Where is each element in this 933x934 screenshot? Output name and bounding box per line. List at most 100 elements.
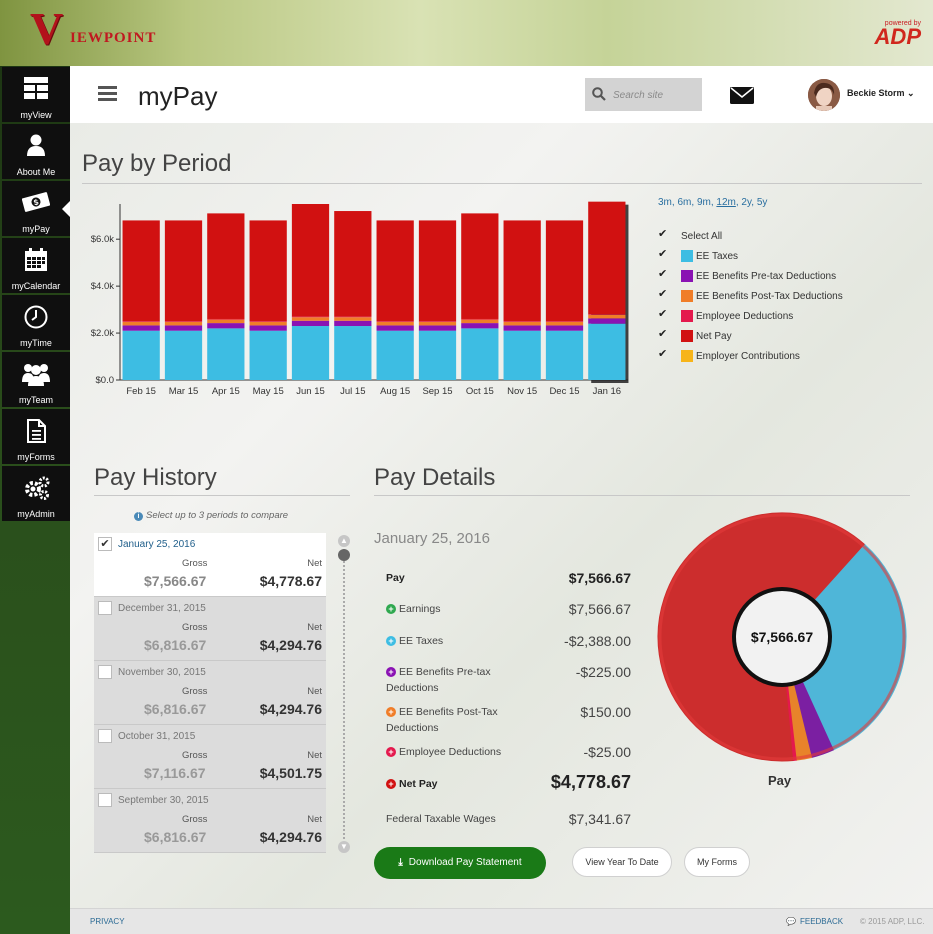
bar-segment[interactable] xyxy=(164,321,203,326)
sidebar-item-mytime[interactable]: myTime xyxy=(2,295,70,350)
bar-segment[interactable] xyxy=(461,213,499,319)
bar-segment[interactable] xyxy=(249,220,287,322)
bar-segment[interactable] xyxy=(545,321,584,326)
range-option-12m[interactable]: 12m xyxy=(716,197,735,208)
search-input[interactable] xyxy=(613,85,697,105)
bar-segment[interactable] xyxy=(207,323,245,329)
sidebar-item-myadmin[interactable]: myAdmin xyxy=(2,466,70,521)
bar-segment[interactable] xyxy=(418,330,457,380)
bar-segment[interactable] xyxy=(291,316,330,318)
bar-segment[interactable] xyxy=(461,328,499,380)
bar-segment[interactable] xyxy=(249,321,287,322)
bar-segment[interactable] xyxy=(588,318,626,324)
bar-segment[interactable] xyxy=(207,328,245,380)
check-icon[interactable]: ✔ xyxy=(658,227,670,240)
pay-history-item[interactable]: ✔ January 25, 2016 Gross Net $7,566.67 $4,778… xyxy=(94,533,326,597)
bar-segment[interactable] xyxy=(164,330,203,380)
bar-segment[interactable] xyxy=(291,317,330,321)
bar-segment[interactable] xyxy=(164,220,203,322)
bar-segment[interactable] xyxy=(376,325,414,331)
feedback-link[interactable]: 💬 FEEDBACK xyxy=(786,917,843,926)
sidebar-item-myview[interactable]: myView xyxy=(2,67,70,122)
scroll-thumb[interactable] xyxy=(338,549,350,561)
bar-segment[interactable] xyxy=(249,321,287,326)
bar-segment[interactable] xyxy=(545,325,584,331)
bar-segment[interactable] xyxy=(503,220,541,322)
pay-history-item[interactable]: September 30, 2015 Gross Net $6,816.67 $4,29… xyxy=(94,789,326,853)
search-icon[interactable] xyxy=(592,87,606,101)
bar-segment[interactable] xyxy=(418,321,457,322)
pay-history-scrollbar[interactable]: ▲ ▼ xyxy=(338,535,350,853)
bar-segment[interactable] xyxy=(503,321,541,322)
bar-segment[interactable] xyxy=(334,211,372,317)
bar-segment[interactable] xyxy=(418,220,457,322)
sidebar-item-about-me[interactable]: About Me xyxy=(2,124,70,179)
bar-segment[interactable] xyxy=(418,321,457,326)
bar-segment[interactable] xyxy=(376,321,414,322)
user-avatar[interactable] xyxy=(808,79,840,111)
bar-segment[interactable] xyxy=(122,330,160,380)
bar-segment[interactable] xyxy=(376,321,414,326)
bar-segment[interactable] xyxy=(164,325,203,331)
expand-plus-icon[interactable]: + xyxy=(386,604,396,614)
search-box[interactable] xyxy=(585,78,702,111)
view-year-to-date-button[interactable]: View Year To Date xyxy=(572,847,672,877)
bar-segment[interactable] xyxy=(545,220,584,322)
bar-segment[interactable] xyxy=(207,213,245,319)
compare-checkbox[interactable] xyxy=(98,729,112,743)
expand-plus-icon[interactable]: + xyxy=(386,667,396,677)
bar-segment[interactable] xyxy=(588,201,626,315)
check-icon[interactable]: ✔ xyxy=(658,327,670,340)
pay-history-item[interactable]: November 30, 2015 Gross Net $6,816.67 $4,294… xyxy=(94,661,326,725)
bar-segment[interactable] xyxy=(376,330,414,380)
bar-segment[interactable] xyxy=(207,318,245,320)
expand-plus-icon[interactable]: + xyxy=(386,707,396,717)
compare-checkbox[interactable] xyxy=(98,665,112,679)
bar-segment[interactable] xyxy=(503,330,541,380)
scroll-up-icon[interactable]: ▲ xyxy=(338,535,350,547)
range-option-9m[interactable]: 9m xyxy=(697,197,711,208)
bar-segment[interactable] xyxy=(461,318,499,320)
scroll-down-icon[interactable]: ▼ xyxy=(338,841,350,853)
bar-segment[interactable] xyxy=(376,220,414,322)
bar-segment[interactable] xyxy=(588,323,626,380)
pay-history-item[interactable]: December 31, 2015 Gross Net $6,816.67 $4,294… xyxy=(94,597,326,661)
bar-segment[interactable] xyxy=(334,317,372,321)
compare-checkbox[interactable] xyxy=(98,793,112,807)
bar-segment[interactable] xyxy=(334,316,372,318)
bar-segment[interactable] xyxy=(291,320,330,327)
bar-segment[interactable] xyxy=(418,325,457,331)
expand-plus-icon[interactable]: + xyxy=(386,779,396,789)
bar-segment[interactable] xyxy=(291,326,330,380)
bar-segment[interactable] xyxy=(588,314,626,315)
download-pay-statement-button[interactable]: ⤓ Download Pay Statement xyxy=(374,847,546,879)
bar-segment[interactable] xyxy=(503,325,541,331)
viewpoint-logo[interactable]: V IEWPOINT xyxy=(30,6,160,52)
expand-plus-icon[interactable]: + xyxy=(386,636,396,646)
compare-checkbox[interactable] xyxy=(98,601,112,615)
user-menu[interactable]: Beckie Storm ⌄ xyxy=(847,88,915,99)
check-icon[interactable]: ✔ xyxy=(658,307,670,320)
bar-segment[interactable] xyxy=(461,323,499,329)
bar-segment[interactable] xyxy=(461,319,499,324)
sidebar-item-myforms[interactable]: myForms xyxy=(2,409,70,464)
range-option-6m[interactable]: 6m xyxy=(677,197,691,208)
check-icon[interactable]: ✔ xyxy=(658,347,670,360)
bar-segment[interactable] xyxy=(334,326,372,380)
bar-segment[interactable] xyxy=(249,325,287,331)
privacy-link[interactable]: PRIVACY xyxy=(90,917,125,926)
range-option-5y[interactable]: 5y xyxy=(757,197,768,208)
bar-segment[interactable] xyxy=(334,320,372,327)
range-option-3m[interactable]: 3m xyxy=(658,197,672,208)
pay-history-item[interactable]: October 31, 2015 Gross Net $7,116.67 $4,501.… xyxy=(94,725,326,789)
bar-segment[interactable] xyxy=(588,314,626,319)
bar-segment[interactable] xyxy=(122,321,160,326)
mail-icon[interactable] xyxy=(730,87,754,104)
sidebar-item-mypay[interactable]: $ myPay xyxy=(2,181,70,236)
bar-segment[interactable] xyxy=(249,330,287,380)
compare-checkbox[interactable]: ✔ xyxy=(98,537,112,551)
bar-segment[interactable] xyxy=(291,204,330,317)
bar-segment[interactable] xyxy=(122,321,160,322)
my-forms-button[interactable]: My Forms xyxy=(684,847,750,877)
check-icon[interactable]: ✔ xyxy=(658,267,670,280)
